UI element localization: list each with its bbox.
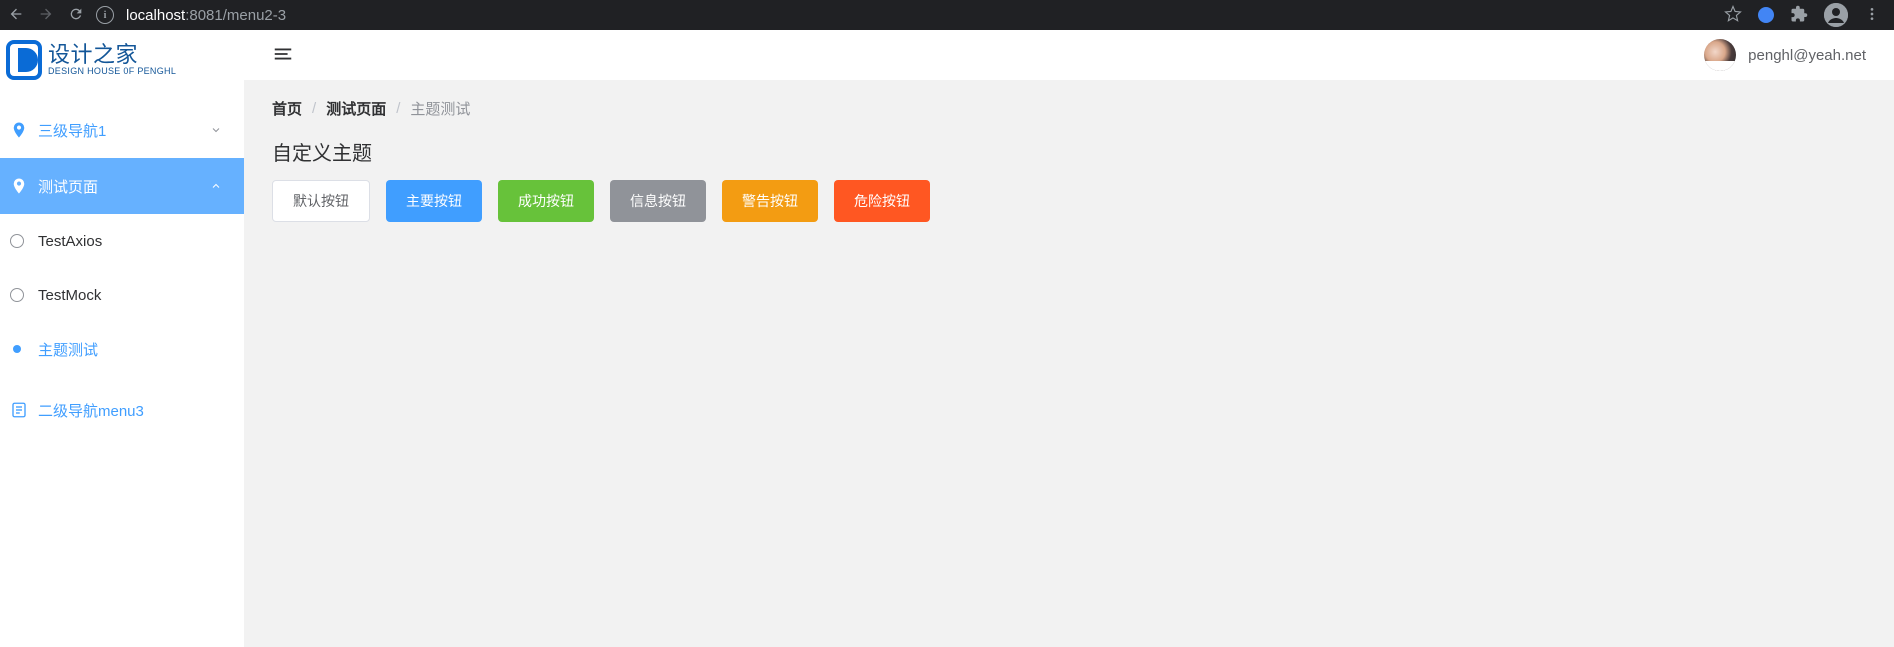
danger-button[interactable]: 危险按钮 — [834, 180, 930, 222]
sidebar-group-nav1[interactable]: 三级导航1 — [0, 102, 244, 158]
logo-d-icon — [6, 40, 42, 80]
logo-section[interactable]: 设计之家 DESIGN HOUSE 0F PENGHL — [0, 30, 244, 90]
sidebar-nav: 三级导航1 测试页面 TestAxios — [0, 90, 244, 438]
sidebar: 设计之家 DESIGN HOUSE 0F PENGHL 三级导航1 测 — [0, 30, 244, 647]
app-root: 设计之家 DESIGN HOUSE 0F PENGHL 三级导航1 测 — [0, 30, 1894, 647]
sidebar-group-label: 测试页面 — [38, 176, 210, 197]
url-text: localhost:8081/menu2-3 — [126, 7, 286, 24]
logo-cn-text: 设计之家 — [48, 43, 176, 67]
warning-button[interactable]: 警告按钮 — [722, 180, 818, 222]
sidebar-group-label: 二级导航menu3 — [38, 400, 224, 421]
avatar[interactable] — [1704, 39, 1736, 71]
info-button[interactable]: 信息按钮 — [610, 180, 706, 222]
browser-address-bar[interactable]: i localhost:8081/menu2-3 — [96, 6, 1724, 24]
chevron-up-icon — [210, 180, 224, 192]
sidebar-item-label: 主题测试 — [38, 339, 98, 360]
location-pin-icon — [10, 177, 30, 195]
breadcrumb: 首页 / 测试页面 / 主题测试 — [244, 80, 1894, 131]
breadcrumb-current: 主题测试 — [410, 98, 470, 119]
sidebar-group-label: 三级导航1 — [38, 120, 210, 141]
username-text: penghl@yeah.net — [1748, 47, 1866, 64]
extension-icon[interactable] — [1758, 7, 1774, 23]
sidebar-item-themetest[interactable]: 主题测试 — [0, 322, 244, 376]
main-wrap: penghl@yeah.net 首页 / 测试页面 / 主题测试 自定义主题 默… — [244, 30, 1894, 647]
breadcrumb-testpage[interactable]: 测试页面 — [326, 98, 386, 119]
url-host: localhost — [126, 7, 185, 24]
circle-icon — [10, 234, 24, 248]
logo-text: 设计之家 DESIGN HOUSE 0F PENGHL — [48, 43, 176, 77]
sidebar-item-testaxios[interactable]: TestAxios — [0, 214, 244, 268]
user-section[interactable]: penghl@yeah.net — [1704, 39, 1866, 71]
sidebar-group-testpage[interactable]: 测试页面 — [0, 158, 244, 214]
location-pin-icon — [10, 121, 30, 139]
browser-right-controls — [1724, 3, 1886, 27]
browser-profile-icon[interactable] — [1824, 3, 1848, 27]
hamburger-icon[interactable] — [272, 43, 294, 68]
page-title: 自定义主题 — [244, 131, 1894, 170]
breadcrumb-sep: / — [312, 100, 316, 117]
breadcrumb-sep: / — [396, 100, 400, 117]
bookmark-star-icon[interactable] — [1724, 5, 1742, 26]
logo-en-text: DESIGN HOUSE 0F PENGHL — [48, 67, 176, 77]
sidebar-group-menu3[interactable]: 二级导航menu3 — [0, 382, 244, 438]
circle-icon — [10, 288, 24, 302]
browser-forward-icon[interactable] — [38, 6, 54, 25]
default-button[interactable]: 默认按钮 — [272, 180, 370, 222]
browser-chrome: i localhost:8081/menu2-3 — [0, 0, 1894, 30]
site-info-icon[interactable]: i — [96, 6, 114, 24]
browser-reload-icon[interactable] — [68, 6, 84, 25]
sidebar-item-testmock[interactable]: TestMock — [0, 268, 244, 322]
dot-icon — [13, 345, 21, 353]
chevron-down-icon — [210, 124, 224, 136]
content-area: 首页 / 测试页面 / 主题测试 自定义主题 默认按钮 主要按钮 成功按钮 信息… — [244, 80, 1894, 647]
document-icon — [10, 401, 30, 419]
topbar: penghl@yeah.net — [244, 30, 1894, 80]
breadcrumb-home[interactable]: 首页 — [272, 98, 302, 119]
success-button[interactable]: 成功按钮 — [498, 180, 594, 222]
sidebar-item-label: TestAxios — [38, 233, 102, 250]
url-rest: :8081/menu2-3 — [185, 7, 286, 24]
sidebar-item-label: TestMock — [38, 287, 101, 304]
browser-nav-controls — [8, 6, 84, 25]
primary-button[interactable]: 主要按钮 — [386, 180, 482, 222]
browser-menu-icon[interactable] — [1864, 6, 1880, 25]
button-row: 默认按钮 主要按钮 成功按钮 信息按钮 警告按钮 危险按钮 — [244, 170, 1894, 222]
browser-back-icon[interactable] — [8, 6, 24, 25]
extensions-puzzle-icon[interactable] — [1790, 5, 1808, 26]
